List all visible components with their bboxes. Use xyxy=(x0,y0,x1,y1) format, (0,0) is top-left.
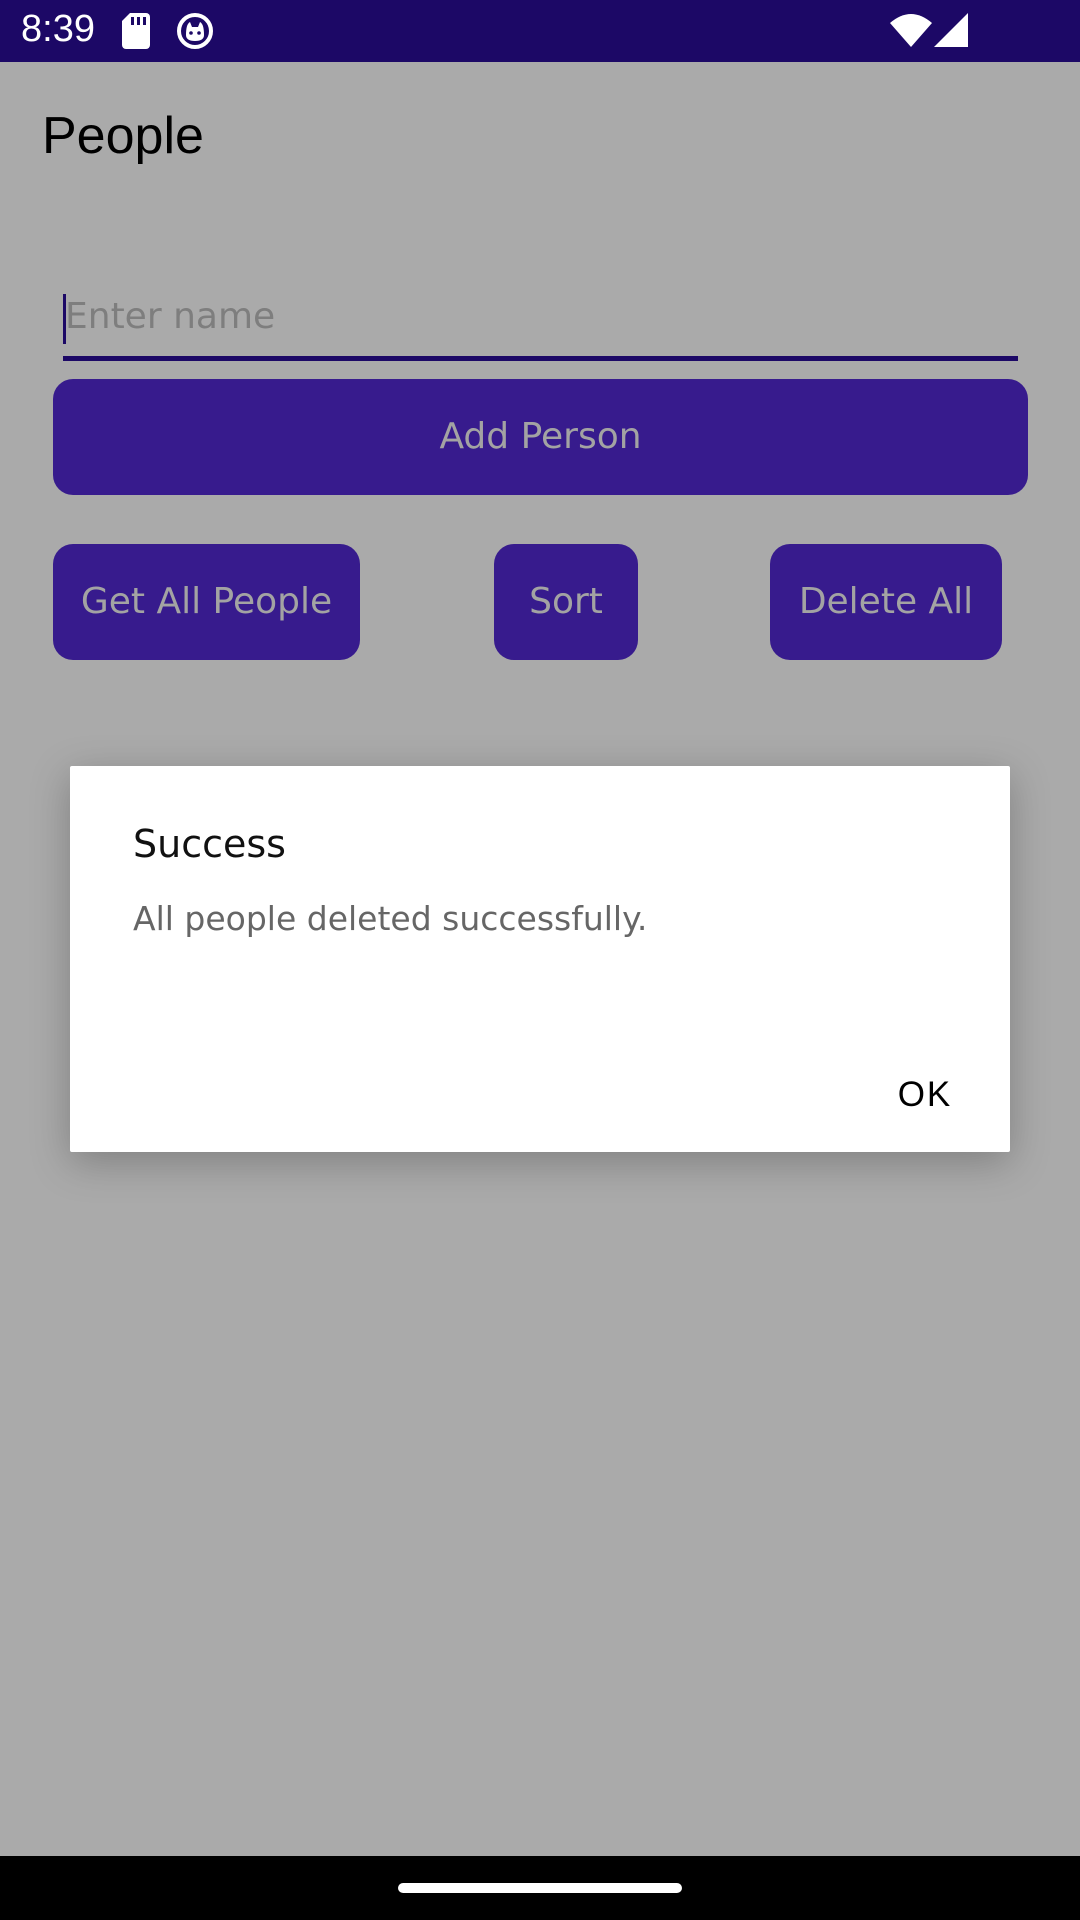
add-person-button[interactable]: Add Person xyxy=(53,379,1028,495)
page-title: People xyxy=(42,107,204,165)
status-time: 8:39 xyxy=(21,8,95,50)
signal-icon xyxy=(934,13,968,47)
get-all-people-button[interactable]: Get All People xyxy=(53,544,360,660)
wifi-icon xyxy=(890,14,932,47)
dialog-message: All people deleted successfully. xyxy=(133,899,648,938)
home-gesture-handle[interactable] xyxy=(398,1883,682,1893)
dialog-title: Success xyxy=(133,822,286,866)
app-screen: 8:39 People Enter name Add Person Get Al… xyxy=(0,0,1080,1920)
cat-face-icon xyxy=(177,13,213,49)
ok-button[interactable]: OK xyxy=(865,1060,985,1130)
success-dialog: Success All people deleted successfully.… xyxy=(70,766,1010,1152)
delete-all-button[interactable]: Delete All xyxy=(770,544,1002,660)
sd-card-icon xyxy=(122,13,150,49)
status-bar: 8:39 xyxy=(0,0,1080,62)
name-input[interactable]: Enter name xyxy=(63,290,1018,361)
sort-button[interactable]: Sort xyxy=(494,544,638,660)
name-input-placeholder: Enter name xyxy=(65,296,276,337)
